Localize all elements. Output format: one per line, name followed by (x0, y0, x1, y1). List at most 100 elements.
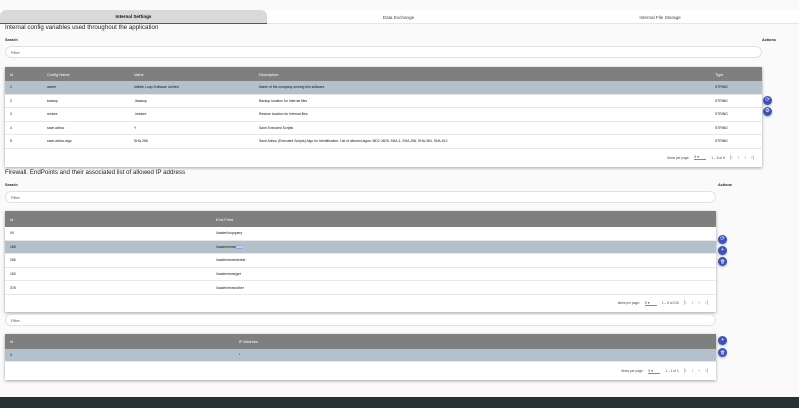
col-id[interactable]: Id (5, 72, 42, 77)
page-size-select[interactable]: 5 ▾ (644, 301, 657, 306)
refresh-icon: ⟳ (765, 96, 770, 103)
cell-value: ./restore (134, 112, 147, 117)
tab-data-exchange[interactable]: Data Exchange (267, 10, 530, 24)
cell-value: Y (134, 125, 137, 130)
highlighted-text: data (236, 244, 243, 249)
cell-endpoint: /loader/news/data (216, 244, 243, 249)
cell-id: 4 (10, 125, 12, 130)
table-row[interactable]: 168 /loader/news/data (5, 240, 716, 255)
prev-page-icon[interactable]: ‹ (692, 368, 694, 374)
ip-filter-input[interactable]: Filter (5, 314, 716, 326)
page-range-label: 1 – 1 of 1 (665, 369, 679, 373)
col-id[interactable]: Id (5, 339, 234, 344)
col-value[interactable]: Value (129, 72, 254, 77)
cell-config-name: save.adhoc (47, 125, 65, 130)
firewall-section-title: Firewall. EndPoints and their associated… (5, 169, 186, 176)
firewall-filter-input[interactable]: Filter (5, 191, 716, 203)
cell-description: Restore location for Internal files (259, 112, 308, 117)
cell-ip-address: * (239, 353, 241, 357)
next-page-icon[interactable]: › (698, 300, 700, 306)
next-page-icon[interactable]: › (698, 368, 700, 374)
cell-id: 256 (10, 258, 16, 263)
cell-type: STRING (715, 98, 728, 103)
col-description[interactable]: Description (254, 72, 710, 77)
endpoint-table-header: Id End-Point (5, 211, 716, 227)
cell-value: ./backup (134, 98, 147, 103)
table-row[interactable]: 5 save.adhoc.algo SHA-256 Save Adhoc (Ex… (5, 135, 762, 149)
first-page-icon[interactable]: |‹ (684, 368, 687, 374)
cell-type: STRING (715, 112, 728, 117)
first-page-icon[interactable]: |‹ (684, 300, 687, 306)
items-per-page-label: Items per page: (617, 301, 640, 306)
cell-id: 378 (10, 285, 16, 290)
delete-icon: 🗑 (719, 349, 726, 355)
add-icon: + (720, 336, 725, 343)
ip-table-header: Id IP Address (5, 334, 716, 349)
config-refresh-button[interactable]: ⟳ (763, 96, 772, 105)
page-size-select[interactable]: 5 ▾ (648, 369, 661, 374)
ip-table: Id IP Address 3 * Items per page: 5 ▾ 1 … (5, 334, 716, 380)
cell-endpoint: /loader/loopquery (216, 231, 243, 236)
config-filter-input[interactable]: Filter (5, 46, 762, 58)
cell-id: 3 (10, 353, 12, 357)
col-config-name[interactable]: Config Name (42, 72, 129, 77)
cell-description: Backup location for Internal files (259, 98, 308, 103)
last-page-icon[interactable]: ›| (751, 155, 754, 161)
cell-id: 5 (10, 139, 12, 144)
page-range-label: 1 – 5 of 6 (711, 155, 725, 160)
cell-id: 168 (10, 244, 16, 249)
cell-type: STRING (715, 125, 728, 130)
cell-id: 2 (10, 98, 12, 103)
table-row[interactable]: 183 /loader/news/get (5, 267, 716, 282)
last-page-icon[interactable]: ›| (705, 368, 708, 374)
page-range-label: 1 – 5 of 215 (661, 301, 679, 306)
tab-internal-settings[interactable]: Internal Settings (0, 10, 267, 24)
ip-delete-button[interactable]: 🗑 (718, 348, 727, 357)
config-table-header: Id Config Name Value Description Type (5, 67, 762, 81)
table-row[interactable]: 256 /loader/news/delete (5, 254, 716, 268)
items-per-page-label: Items per page: (667, 155, 690, 160)
tab-internal-file-storage[interactable]: Internal File Storage (530, 10, 790, 24)
cell-endpoint: /loader/news/get (216, 272, 241, 277)
firewall-actions-label: Actions (718, 183, 732, 187)
table-row[interactable]: 94 /loader/loopquery (5, 227, 716, 241)
cell-config-name: backup (47, 98, 58, 103)
table-row[interactable]: 1 owner Infinite Loop Software Limited N… (5, 81, 762, 95)
cell-type: STRING (715, 85, 728, 90)
cell-description: Save Adhoc (Executed Scripts) Algo for I… (259, 139, 448, 144)
config-search-label: Search (5, 38, 18, 42)
settings-icon: ⚙ (765, 107, 770, 114)
table-row[interactable]: 4 save.adhoc Y Save Executed Scripts STR… (5, 121, 762, 135)
firewall-search-label: Search (5, 183, 18, 187)
endpoint-delete-button[interactable]: 🗑 (718, 257, 727, 266)
col-id[interactable]: Id (5, 217, 211, 222)
add-icon: + (720, 246, 725, 253)
table-row[interactable]: 378 /loader/news/other (5, 281, 716, 295)
page-size-select[interactable]: 5 ▾ (694, 155, 707, 160)
table-row[interactable]: 2 backup ./backup Backup location for In… (5, 94, 762, 108)
last-page-icon[interactable]: ›| (705, 300, 708, 306)
next-page-icon[interactable]: › (744, 155, 746, 161)
prev-page-icon[interactable]: ‹ (692, 300, 694, 306)
col-ip-address[interactable]: IP Address (234, 339, 712, 344)
col-end-point[interactable]: End-Point (211, 217, 711, 222)
endpoint-refresh-button[interactable]: ⟳ (718, 235, 727, 244)
refresh-icon: ⟳ (720, 235, 725, 242)
cell-config-name: save.adhoc.algo (47, 139, 72, 144)
cell-endpoint: /loader/news/delete (216, 258, 246, 263)
col-type[interactable]: Type (710, 72, 762, 77)
cell-id: 3 (10, 112, 12, 117)
table-row[interactable]: 3 * (5, 349, 716, 362)
delete-icon: 🗑 (719, 258, 726, 264)
config-section-title: Internal config variables used throughou… (5, 24, 159, 31)
items-per-page-label: Items per page: (621, 369, 644, 373)
ip-add-button[interactable]: + (718, 336, 727, 345)
cell-endpoint: /loader/news/other (216, 285, 244, 290)
first-page-icon[interactable]: |‹ (730, 155, 733, 161)
cell-type: STRING (715, 139, 728, 144)
prev-page-icon[interactable]: ‹ (738, 155, 740, 161)
config-settings-button[interactable]: ⚙ (763, 107, 772, 116)
table-row[interactable]: 3 restore ./restore Restore location for… (5, 108, 762, 122)
page-footer (0, 397, 799, 408)
endpoint-add-button[interactable]: + (718, 246, 727, 255)
